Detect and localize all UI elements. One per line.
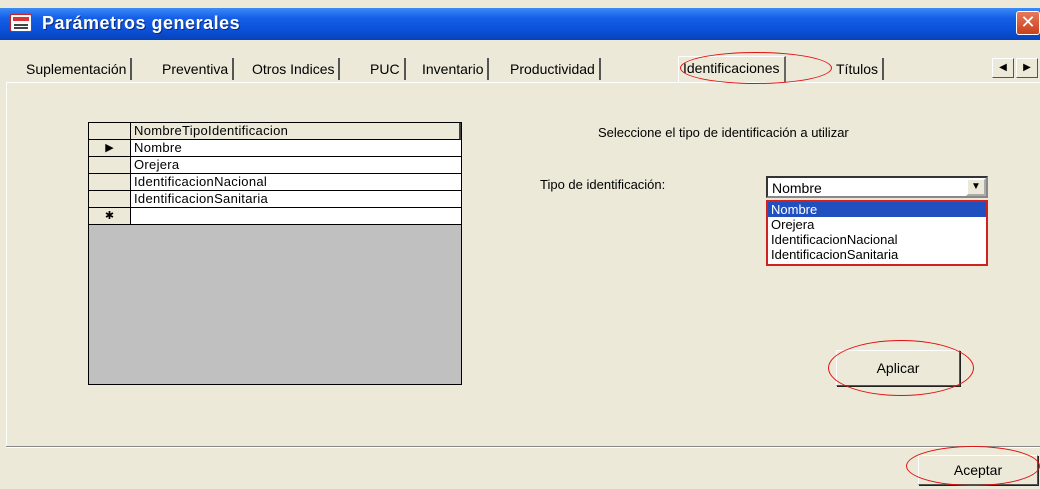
tab-suplementacion[interactable]: Suplementación	[22, 58, 133, 80]
table-row[interactable]: IdentificacionSanitaria	[89, 191, 461, 208]
tab-scroll-left-icon[interactable]: ◀	[992, 58, 1014, 78]
grid-cell[interactable]: IdentificacionNacional	[131, 174, 461, 191]
table-row[interactable]: ▶ Nombre	[89, 140, 461, 157]
dropdown-option[interactable]: Orejera	[768, 217, 986, 232]
tab-preventiva[interactable]: Preventiva	[158, 58, 235, 80]
identification-types-grid[interactable]: NombreTipoIdentificacion ▶ Nombre Orejer…	[88, 122, 462, 385]
grid-header-row: NombreTipoIdentificacion	[89, 123, 461, 140]
close-button[interactable]: ✕	[1016, 11, 1040, 35]
identification-type-label: Tipo de identificación:	[540, 177, 666, 192]
identification-type-dropdown[interactable]: Nombre Orejera IdentificacionNacional Id…	[766, 200, 988, 266]
app-form-icon	[10, 14, 32, 32]
table-row[interactable]: IdentificacionNacional	[89, 174, 461, 191]
column-header-nombre-tipo[interactable]: NombreTipoIdentificacion	[131, 123, 461, 140]
identification-type-select[interactable]: Nombre ▼	[766, 176, 988, 198]
instruction-text: Seleccione el tipo de identificación a u…	[598, 125, 849, 140]
table-row[interactable]: Orejera	[89, 157, 461, 174]
row-selector[interactable]	[89, 174, 131, 191]
row-selector[interactable]	[89, 157, 131, 174]
grid-cell[interactable]: IdentificacionSanitaria	[131, 191, 461, 208]
parametros-window: Parámetros generales ✕ Suplementación Pr…	[0, 0, 1040, 489]
tab-puc[interactable]: PUC	[366, 58, 406, 80]
window-title: Parámetros generales	[42, 13, 241, 33]
chevron-down-icon[interactable]: ▼	[966, 178, 986, 196]
tab-productividad[interactable]: Productividad	[506, 58, 601, 80]
tab-titulos[interactable]: Títulos	[832, 58, 885, 80]
dropdown-option[interactable]: Nombre	[768, 202, 986, 217]
tab-inventario[interactable]: Inventario	[418, 58, 490, 80]
grid-cell[interactable]: Orejera	[131, 157, 461, 174]
tab-strip: Suplementación Preventiva Otros Indices …	[22, 56, 1040, 82]
apply-button[interactable]: Aplicar	[836, 350, 960, 386]
tab-scroll-controls: ◀ ▶	[986, 58, 1040, 78]
new-record-row[interactable]: ✱	[89, 208, 461, 225]
panel-divider	[6, 446, 1040, 448]
current-row-arrow-icon[interactable]: ▶	[89, 140, 131, 157]
row-selector[interactable]	[89, 191, 131, 208]
dropdown-option[interactable]: IdentificacionNacional	[768, 232, 986, 247]
tab-otros-indices[interactable]: Otros Indices	[248, 58, 341, 80]
grid-cell[interactable]	[131, 208, 461, 225]
tab-identificaciones[interactable]: Identificaciones	[678, 56, 786, 82]
grid-corner[interactable]	[89, 123, 131, 140]
accept-button[interactable]: Aceptar	[918, 455, 1038, 485]
new-record-asterisk-icon[interactable]: ✱	[89, 208, 131, 225]
dropdown-option[interactable]: IdentificacionSanitaria	[768, 247, 986, 262]
title-bar[interactable]: Parámetros generales	[0, 8, 1040, 40]
grid-cell[interactable]: Nombre	[131, 140, 461, 157]
tab-scroll-right-icon[interactable]: ▶	[1016, 58, 1038, 78]
select-value: Nombre	[772, 180, 822, 196]
